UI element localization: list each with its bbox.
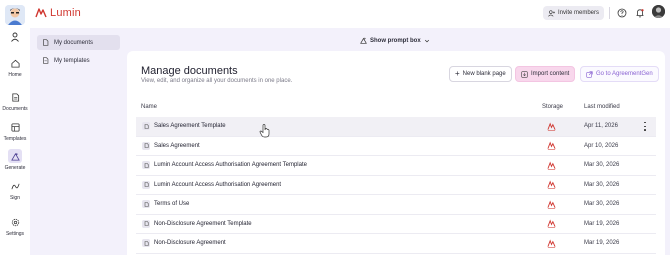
import-content-button[interactable]: Import content <box>515 66 576 82</box>
table-row[interactable]: Terms of Use Mar 30, 2026 <box>136 195 656 215</box>
document-icon <box>142 180 150 189</box>
lumin-storage-icon <box>547 161 556 170</box>
document-icon <box>142 239 150 248</box>
brand-name: Lumin <box>50 7 81 19</box>
document-icon <box>142 219 150 228</box>
rail-item-label: Sign <box>9 195 20 201</box>
rail-item-label: Documents <box>2 106 28 112</box>
table-row[interactable]: Lumin Account Access Authorisation Agree… <box>136 176 656 195</box>
go-to-agreementgen-label: Go to AgreementGen <box>596 71 653 77</box>
sign-icon <box>8 179 22 193</box>
workspace-avatar[interactable] <box>5 5 25 25</box>
rail-item-label: Templates <box>3 136 27 142</box>
lumin-storage-icon <box>547 180 556 189</box>
rail-item-settings[interactable]: Settings <box>0 215 30 237</box>
document-icon <box>142 200 150 209</box>
document-icon <box>142 141 150 150</box>
rail-item-documents[interactable]: Documents <box>0 90 30 112</box>
subnav-label: My templates <box>54 57 90 64</box>
document-name[interactable]: Sales Agreement Template <box>154 123 226 129</box>
documents-subnav: My documents My templates <box>30 28 126 255</box>
document-name[interactable]: Lumin Account Access Authorisation Agree… <box>154 182 281 188</box>
more-options-icon[interactable] <box>642 121 648 131</box>
rail-item-label: Settings <box>5 231 25 237</box>
templates-icon <box>8 120 22 134</box>
lumin-storage-icon <box>547 239 556 248</box>
template-icon <box>43 57 49 64</box>
document-name[interactable]: Lumin Account Access Authorisation Agree… <box>154 162 307 168</box>
last-modified-date: Mar 30, 2026 <box>584 201 620 208</box>
documents-icon <box>8 90 22 104</box>
new-blank-page-label: New blank page <box>462 71 506 77</box>
help-icon[interactable] <box>616 7 628 19</box>
document-icon <box>142 122 150 131</box>
folder-document-icon <box>43 39 49 46</box>
rail-item-label: Generate <box>4 165 26 171</box>
rail-item-templates[interactable]: Templates <box>0 120 30 142</box>
lumin-storage-icon <box>547 141 556 150</box>
last-modified-date: Mar 30, 2026 <box>584 162 620 169</box>
table-row[interactable]: Non-Disclosure Agreement Template Mar 19… <box>136 215 656 234</box>
last-modified-date: Apr 11, 2026 <box>584 123 618 130</box>
profile-icon[interactable] <box>7 29 22 44</box>
page-title: Manage documents <box>141 65 238 77</box>
lumin-logo-icon <box>35 8 47 18</box>
table-row[interactable]: Sales Agreement Template Apr 11, 2026 <box>136 117 656 137</box>
settings-icon <box>8 215 22 229</box>
show-prompt-box-toggle[interactable]: Show prompt box <box>360 37 430 44</box>
lumin-storage-icon <box>547 122 556 131</box>
add-user-icon <box>548 9 555 17</box>
header-divider <box>609 7 610 19</box>
last-modified-date: Mar 19, 2026 <box>584 220 620 227</box>
document-name[interactable]: Non-Disclosure Agreement <box>154 240 226 246</box>
page-subtitle: View, edit, and organize all your docume… <box>141 78 293 84</box>
document-name[interactable]: Non-Disclosure Agreement Template <box>154 221 252 227</box>
external-link-icon <box>586 70 593 78</box>
import-icon <box>521 70 528 78</box>
table-row[interactable]: Non-Disclosure Agreement Mar 19, 2026 <box>136 234 656 254</box>
last-modified-date: Apr 10, 2026 <box>584 142 619 149</box>
lumin-logo[interactable]: Lumin <box>34 6 81 20</box>
documents-table: Sales Agreement Template Apr 11, 2026 Sa… <box>136 117 656 254</box>
chevron-down-icon <box>424 39 429 42</box>
last-modified-date: Mar 19, 2026 <box>584 240 620 247</box>
rail-item-label: Home <box>8 72 22 78</box>
bell-icon[interactable] <box>634 7 646 19</box>
subnav-label: My documents <box>54 39 94 46</box>
sparkle-icon <box>360 37 367 44</box>
go-to-agreementgen-button[interactable]: Go to AgreementGen <box>580 66 659 82</box>
invite-members-button[interactable]: Invite members <box>543 6 605 20</box>
document-name[interactable]: Sales Agreement <box>154 143 200 149</box>
plus-icon: + <box>455 69 460 78</box>
lumin-storage-icon <box>547 219 556 228</box>
rail-item-sign[interactable]: Sign <box>0 179 30 201</box>
table-row[interactable]: Sales Agreement Apr 10, 2026 <box>136 137 656 156</box>
left-rail: Home Documents Templates Generate Sign S… <box>0 0 30 255</box>
home-icon <box>8 56 22 70</box>
import-content-label: Import content <box>531 71 570 77</box>
user-avatar[interactable] <box>652 5 665 18</box>
column-header-name[interactable]: Name <box>141 104 157 110</box>
table-row[interactable]: Lumin Account Access Authorisation Agree… <box>136 156 656 176</box>
generate-icon <box>8 149 22 163</box>
new-blank-page-button[interactable]: + New blank page <box>449 66 512 82</box>
show-prompt-box-label: Show prompt box <box>370 37 421 44</box>
rail-item-home[interactable]: Home <box>0 56 30 78</box>
subnav-my-templates[interactable]: My templates <box>37 53 120 68</box>
column-header-last-modified[interactable]: Last modified <box>584 104 620 110</box>
column-header-storage[interactable]: Storage <box>542 104 563 110</box>
hand-cursor-icon <box>259 124 270 138</box>
rail-item-generate[interactable]: Generate <box>0 149 30 171</box>
invite-members-label: Invite members <box>558 10 600 16</box>
last-modified-date: Mar 30, 2026 <box>584 181 620 188</box>
document-name[interactable]: Terms of Use <box>154 201 189 207</box>
lumin-storage-icon <box>547 200 556 209</box>
document-icon <box>142 161 150 170</box>
documents-panel: Manage documents View, edit, and organiz… <box>127 51 665 255</box>
subnav-my-documents[interactable]: My documents <box>37 35 120 50</box>
